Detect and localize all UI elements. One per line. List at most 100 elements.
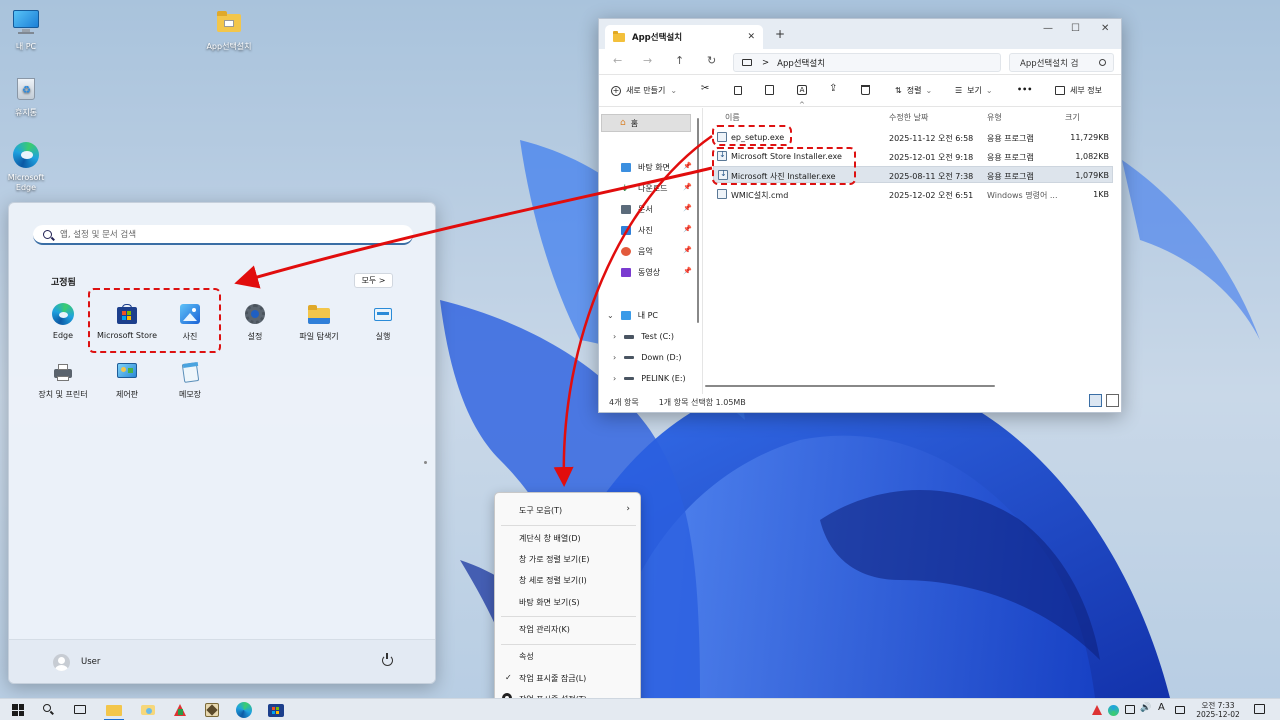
horizontal-scrollbar[interactable] (705, 385, 995, 387)
back-button[interactable]: ← (613, 54, 622, 67)
tray-volume-icon[interactable]: 🔊 (1140, 703, 1152, 719)
more-options-button[interactable]: ••• (1017, 85, 1032, 94)
details-pane-button[interactable]: 세부 정보 (1055, 85, 1102, 96)
tiles-view-button[interactable] (1106, 394, 1119, 407)
tray-app-icon[interactable] (1092, 702, 1104, 718)
user-name[interactable]: User (81, 657, 100, 667)
minimize-button[interactable]: — (1043, 23, 1053, 34)
start-search-input[interactable]: 앱, 설정 및 문서 검색 (33, 225, 413, 245)
pinned-app-edge[interactable]: Edge (31, 303, 95, 340)
file-row[interactable]: WMIC설치.cmd 2025-12-02 오전 6:51 Windows 명령… (713, 186, 1113, 203)
tray-keyboard-icon[interactable] (1174, 702, 1186, 718)
pinned-app-notepad[interactable]: 메모장 (158, 361, 222, 400)
run-icon (372, 303, 394, 325)
desktop-icon-this-pc[interactable]: 내 PC (0, 8, 54, 52)
pin-icon[interactable]: 📌 (683, 225, 692, 233)
ime-indicator[interactable]: A (1158, 702, 1168, 718)
close-tab-icon[interactable]: ✕ (747, 32, 755, 42)
start-page-indicator[interactable] (424, 461, 427, 464)
pin-icon[interactable]: 📌 (683, 183, 692, 191)
sort-button[interactable]: ⇅ 정렬 ⌄ (895, 85, 932, 96)
desktop-icon-edge[interactable]: Microsoft Edge (0, 140, 54, 193)
details-view-button[interactable] (1089, 394, 1102, 407)
explorer-tab[interactable]: App선택설치 ✕ (605, 25, 763, 49)
nav-item-downloads[interactable]: ↓ 다운로드 (621, 183, 667, 194)
view-button[interactable]: ☰ 보기 ⌄ (955, 85, 993, 96)
delete-icon[interactable] (861, 85, 872, 96)
menu-item-side-by-side[interactable]: 창 세로 정렬 보기(I) (519, 575, 587, 586)
menu-item-show-desktop[interactable]: 바탕 화면 보기(S) (519, 597, 580, 608)
task-view-button[interactable] (72, 702, 88, 718)
pinned-app-control-panel[interactable]: 제어판 (95, 361, 159, 400)
column-header-name[interactable]: 이름 (725, 112, 740, 123)
pin-icon[interactable]: 📌 (683, 204, 692, 212)
menu-item-task-manager[interactable]: 작업 관리자(K) (519, 624, 570, 635)
taskbar-app-2[interactable] (140, 702, 156, 718)
pin-icon[interactable]: 📌 (683, 246, 692, 254)
nav-item-home[interactable]: ⌂ 홈 (601, 114, 691, 132)
start-button[interactable] (10, 702, 26, 718)
highlight-box-ep-setup (712, 125, 792, 146)
nav-item-this-pc[interactable]: ⌄ 내 PC (607, 310, 658, 321)
nav-scrollbar[interactable] (697, 118, 699, 323)
menu-item-cascade[interactable]: 계단식 창 배열(D) (519, 533, 581, 544)
search-taskbar-button[interactable] (40, 702, 56, 718)
address-bar[interactable]: > App선택설치 (733, 53, 1001, 72)
pinned-app-file-explorer[interactable]: 파일 탐색기 (287, 303, 351, 342)
nav-item-music[interactable]: 음악 (621, 246, 653, 257)
column-header-type[interactable]: 유형 (987, 112, 1002, 123)
rename-icon[interactable]: A (797, 85, 808, 96)
forward-button[interactable]: → (643, 54, 652, 67)
user-avatar-icon[interactable] (53, 654, 70, 671)
highlight-box-pinned-apps (88, 288, 221, 353)
taskbar-store[interactable] (268, 702, 284, 718)
file-name: WMIC설치.cmd (731, 191, 789, 200)
nav-item-documents[interactable]: 문서 (621, 204, 653, 215)
menu-item-stacked[interactable]: 창 가로 정렬 보기(E) (519, 554, 589, 565)
desktop-icon-app-folder[interactable]: App선택설치 (200, 8, 258, 52)
start-menu: 앱, 설정 및 문서 검색 고정됨 모두 > Edge Microsoft St… (8, 202, 436, 684)
close-window-button[interactable]: ✕ (1101, 23, 1109, 34)
desktop-icon-recycle-bin[interactable]: ♻ 휴지통 (0, 74, 54, 118)
nav-item-drive-d[interactable]: › Down (D:) (613, 353, 682, 362)
file-size: 11,729KB (1070, 133, 1109, 142)
refresh-button[interactable]: ↻ (707, 54, 716, 67)
nav-item-pictures[interactable]: 사진 (621, 225, 653, 236)
pin-icon[interactable]: 📌 (683, 162, 692, 170)
column-header-size[interactable]: 크기 (1065, 112, 1080, 123)
taskbar-app-4[interactable] (204, 702, 220, 718)
notification-button[interactable] (1252, 702, 1268, 718)
menu-item-properties[interactable]: 속성 (519, 651, 534, 662)
tray-network-icon[interactable] (1124, 702, 1136, 718)
maximize-button[interactable]: ☐ (1071, 23, 1080, 34)
taskbar-app-3[interactable] (172, 702, 188, 718)
column-header-modified[interactable]: 수정한 날짜 (889, 112, 928, 123)
pinned-app-run[interactable]: 실행 (351, 303, 415, 342)
chevron-right-icon: › (613, 374, 617, 383)
clock[interactable]: 오전 7:33 2025-12-02 (1192, 701, 1244, 719)
taskbar-file-explorer[interactable] (104, 702, 124, 720)
nav-item-drive-e[interactable]: › PELINK (E:) (613, 374, 686, 383)
menu-item-toolbars[interactable]: 도구 모음(T) (519, 505, 562, 516)
nav-item-desktop[interactable]: 바탕 화면 (621, 162, 670, 173)
up-button[interactable]: ↑ (675, 54, 684, 67)
taskbar-edge[interactable] (236, 702, 252, 718)
cut-icon[interactable]: ✂ (701, 83, 712, 94)
copy-icon[interactable] (733, 85, 744, 96)
sort-arrow-icon: ^ (799, 101, 805, 109)
nav-item-videos[interactable]: 동영상 (621, 267, 660, 278)
tray-edge-icon[interactable] (1108, 702, 1120, 718)
power-icon[interactable] (382, 653, 393, 666)
pinned-app-settings[interactable]: 설정 (223, 303, 287, 342)
new-tab-button[interactable]: + (775, 27, 785, 41)
share-icon[interactable]: ⇪ (829, 83, 840, 94)
new-button[interactable]: + 새로 만들기 ⌄ (611, 85, 677, 96)
nav-item-drive-c[interactable]: › Test (C:) (613, 332, 674, 341)
all-apps-button[interactable]: 모두 > (354, 273, 393, 288)
menu-item-lock-taskbar[interactable]: 작업 표시줄 잠금(L) (519, 673, 586, 684)
chevron-right-icon: › (613, 353, 617, 362)
paste-icon[interactable] (765, 85, 776, 96)
pin-icon[interactable]: 📌 (683, 267, 692, 275)
explorer-search-input[interactable]: App선택설치 검 (1009, 53, 1114, 72)
pinned-app-devices-printers[interactable]: 장치 및 프린터 (31, 361, 95, 400)
